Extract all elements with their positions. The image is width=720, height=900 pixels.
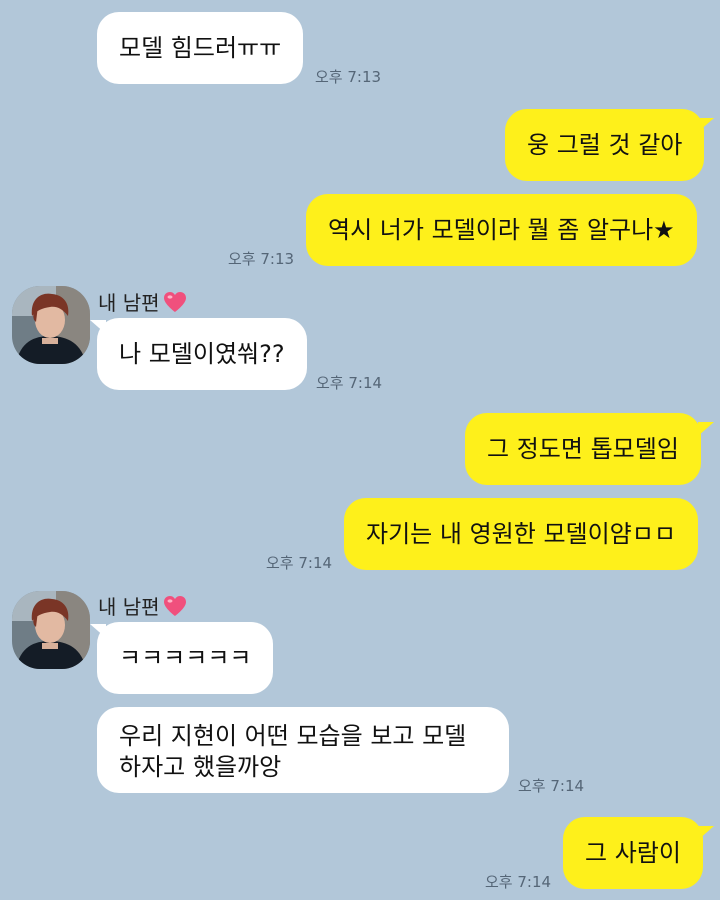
contact-avatar[interactable] [12, 286, 90, 364]
profile-photo [12, 286, 90, 364]
bubble-tail [698, 826, 714, 840]
heart-icon [163, 291, 186, 312]
message-bubble-incoming[interactable]: 우리 지현이 어떤 모습을 보고 모델 하자고 했을까앙 [97, 707, 509, 793]
message-text: 나 모델이였쒀?? [119, 340, 285, 368]
message-bubble-outgoing[interactable]: 웅 그럴 것 같아 [505, 109, 705, 181]
message-bubble-outgoing[interactable]: 역시 너가 모델이라 뭘 좀 알구나★ [306, 194, 697, 266]
message-bubble-incoming[interactable]: 모델 힘드러ㅠㅠ [97, 12, 304, 84]
message-timestamp: 오후 7:14 [316, 374, 383, 392]
contact-name-text: 내 남편 [98, 291, 160, 315]
bubble-tail [698, 118, 714, 132]
message-timestamp: 오후 7:13 [315, 68, 382, 86]
contact-name: 내 남편 [98, 591, 188, 620]
contact-name: 내 남편 [98, 287, 188, 316]
heart-icon [163, 595, 186, 616]
message-text: ㅋㅋㅋㅋㅋㅋ [119, 644, 252, 672]
message-text: 우리 지현이 어떤 모습을 보고 모델 하자고 했을까앙 [119, 722, 467, 781]
contact-name-text: 내 남편 [98, 595, 160, 619]
message-text: 그 정도면 톱모델임 [487, 435, 679, 463]
message-text: 자기는 내 영원한 모델이얌ㅁㅁ [366, 520, 676, 548]
message-bubble-outgoing[interactable]: 자기는 내 영원한 모델이얌ㅁㅁ [344, 498, 698, 570]
message-timestamp: 오후 7:14 [266, 554, 333, 572]
message-bubble-outgoing[interactable]: 그 정도면 톱모델임 [465, 413, 701, 485]
bubble-tail [698, 422, 714, 436]
profile-photo [12, 591, 90, 669]
message-timestamp: 오후 7:14 [518, 777, 585, 795]
message-text: 역시 너가 모델이라 뭘 좀 알구나★ [328, 216, 675, 244]
message-text: 웅 그럴 것 같아 [527, 131, 683, 159]
message-bubble-outgoing[interactable]: 그 사람이 [563, 817, 703, 889]
message-bubble-incoming[interactable]: 나 모델이였쒀?? [97, 318, 307, 390]
message-text: 그 사람이 [585, 839, 681, 867]
contact-avatar[interactable] [12, 591, 90, 669]
message-timestamp: 오후 7:13 [228, 250, 295, 268]
message-timestamp: 오후 7:14 [485, 873, 552, 891]
message-bubble-incoming[interactable]: ㅋㅋㅋㅋㅋㅋ [97, 622, 274, 694]
message-text: 모델 힘드러ㅠㅠ [119, 34, 282, 62]
